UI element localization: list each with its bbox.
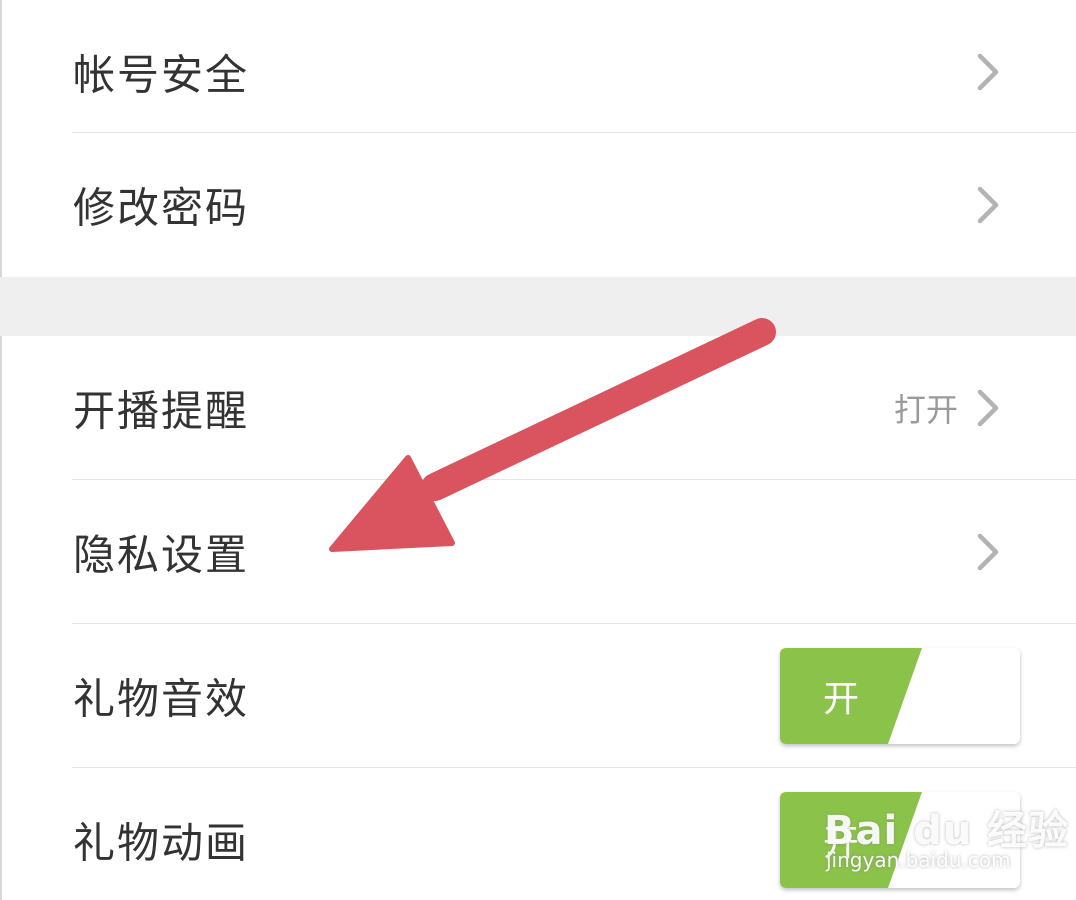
privacy-settings-label: 隐私设置 xyxy=(73,530,250,580)
chevron-right-icon xyxy=(977,533,999,571)
settings-row-gift-animation: 礼物动画 开 xyxy=(0,768,1076,900)
live-reminder-value: 打开 xyxy=(893,391,958,429)
account-security-label: 帐号安全 xyxy=(73,50,250,100)
settings-row-live-reminder[interactable]: 开播提醒 打开 xyxy=(0,336,1076,480)
section-separator xyxy=(0,277,1076,336)
settings-row-gift-sound: 礼物音效 开 xyxy=(0,624,1076,768)
gift-sound-toggle[interactable]: 开 xyxy=(780,648,1020,744)
chevron-right-icon xyxy=(977,186,999,224)
chevron-right-icon xyxy=(977,389,999,427)
gift-sound-label: 礼物音效 xyxy=(73,674,250,724)
settings-row-account-security[interactable]: 帐号安全 xyxy=(0,0,1076,144)
gift-animation-toggle-label: 开 xyxy=(823,823,860,864)
gift-animation-label: 礼物动画 xyxy=(73,818,250,868)
gift-sound-toggle-label: 开 xyxy=(823,679,860,720)
settings-page: 帐号安全 修改密码 开播提醒 打开 隐私设置 礼物音效 开 礼物动画 开 Bai… xyxy=(0,0,1076,900)
toggle-on-fill xyxy=(780,792,922,888)
settings-row-privacy[interactable]: 隐私设置 xyxy=(0,480,1076,624)
live-reminder-label: 开播提醒 xyxy=(73,386,250,436)
chevron-right-icon xyxy=(977,53,999,91)
settings-row-change-password[interactable]: 修改密码 xyxy=(0,133,1076,277)
gift-animation-toggle[interactable]: 开 xyxy=(780,792,1020,888)
change-password-label: 修改密码 xyxy=(73,183,250,233)
toggle-on-fill xyxy=(780,648,922,744)
